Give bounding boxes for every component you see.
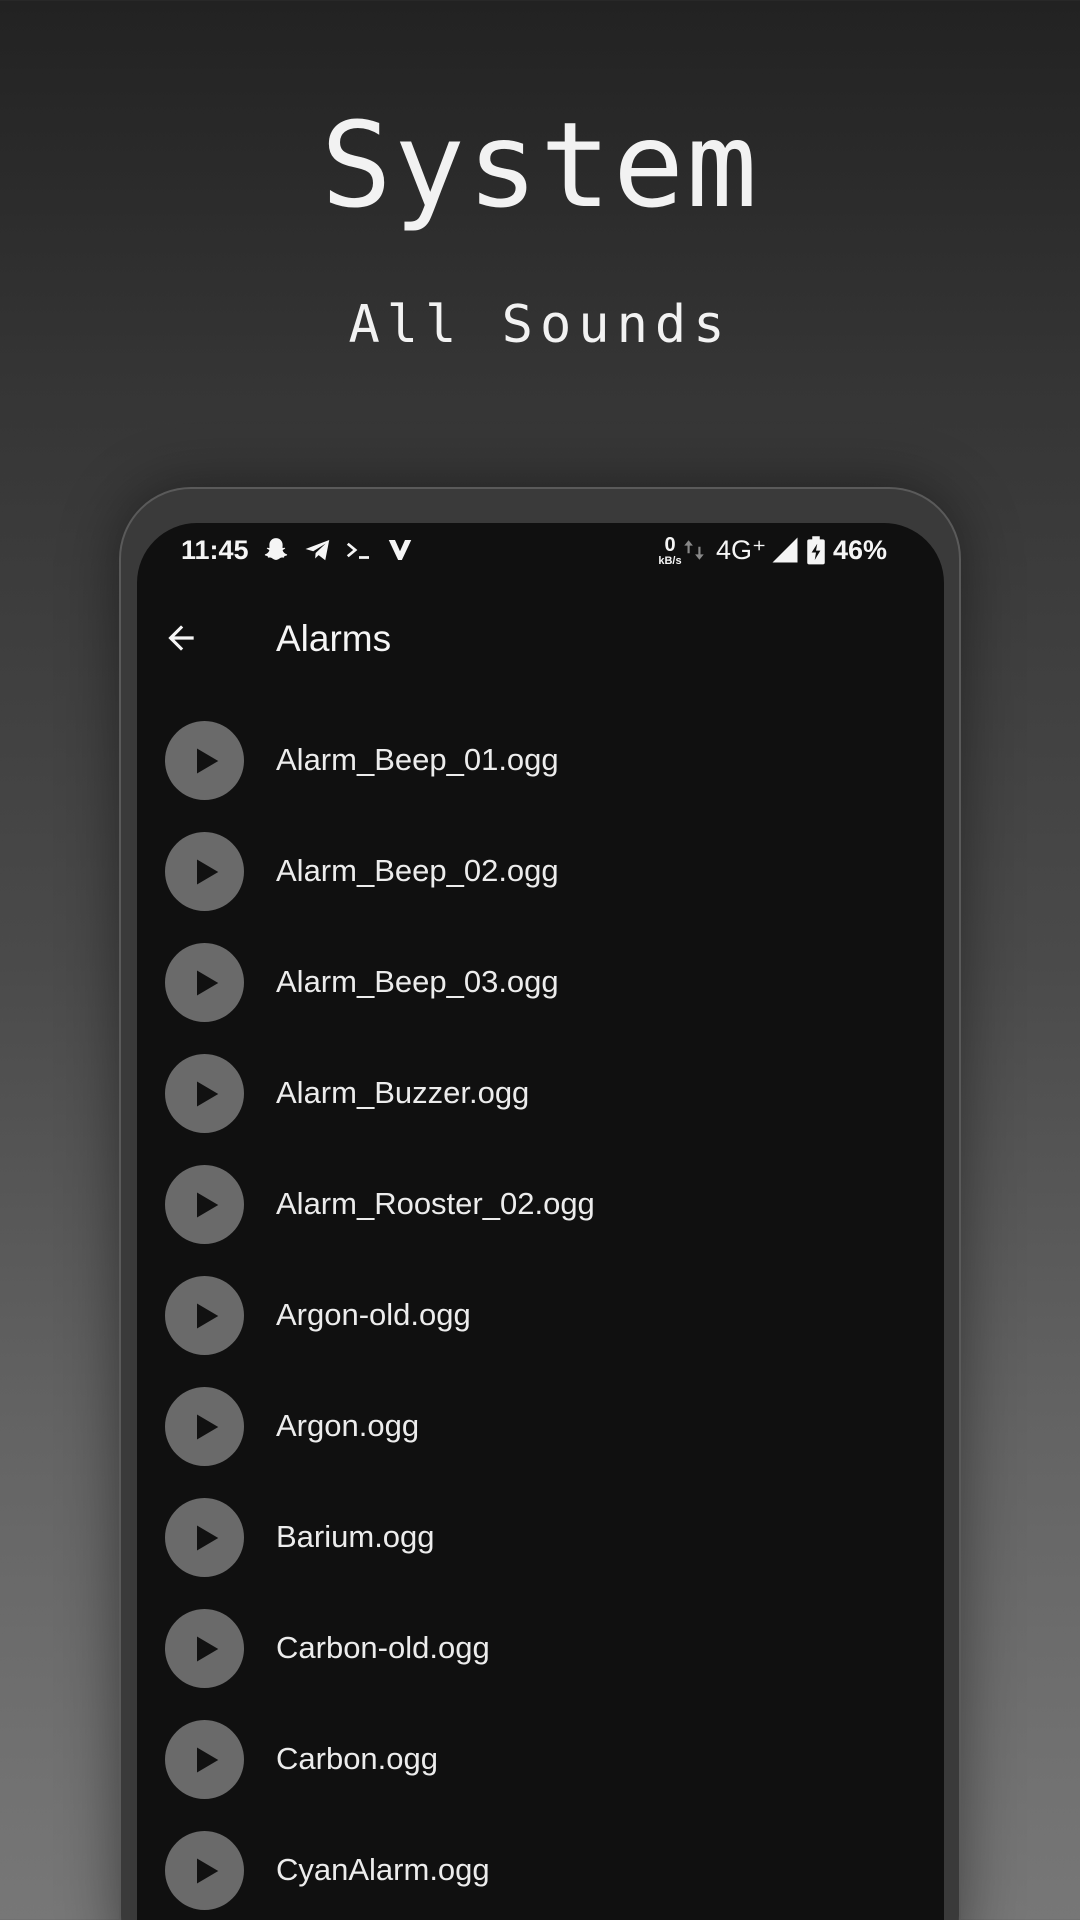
list-item[interactable]: Alarm_Rooster_02.ogg: [137, 1149, 944, 1260]
play-icon: [197, 1192, 219, 1217]
play-icon: [197, 1525, 219, 1550]
play-button[interactable]: [165, 1165, 244, 1244]
promo-title: System: [320, 96, 760, 234]
sound-name: Carbon-old.ogg: [276, 1630, 490, 1665]
play-icon: [197, 1747, 219, 1772]
back-button[interactable]: [153, 610, 209, 666]
sound-name: Argon-old.ogg: [276, 1297, 471, 1332]
play-button[interactable]: [165, 1498, 244, 1577]
play-button[interactable]: [165, 1720, 244, 1799]
sound-name: Alarm_Rooster_02.ogg: [276, 1186, 595, 1221]
sound-name: Alarm_Beep_02.ogg: [276, 853, 559, 888]
phone-screen: 11:45 0 kB/s 4G⁺ 46% Alarms Alarm_Beep_0…: [137, 523, 944, 1920]
play-icon: [197, 1636, 219, 1661]
arrow-back-icon: [168, 625, 194, 651]
status-bar: 11:45 0 kB/s 4G⁺ 46%: [137, 523, 944, 581]
play-button[interactable]: [165, 1276, 244, 1355]
list-item[interactable]: Alarm_Buzzer.ogg: [137, 1038, 944, 1149]
list-item[interactable]: Alarm_Beep_01.ogg: [137, 705, 944, 816]
vivaldi-icon: [385, 535, 415, 565]
network-type: 4G⁺: [716, 535, 767, 565]
app-bar: Alarms: [137, 593, 944, 683]
status-time: 11:45: [181, 535, 249, 565]
promo-subtitle: All Sounds: [348, 295, 732, 355]
page-title: Alarms: [276, 618, 392, 659]
play-icon: [197, 1303, 219, 1328]
list-item[interactable]: Alarm_Beep_02.ogg: [137, 816, 944, 927]
sound-name: CyanAlarm.ogg: [276, 1852, 490, 1887]
list-item[interactable]: CyanAlarm.ogg: [137, 1815, 944, 1920]
signal-icon: [770, 535, 800, 565]
list-item[interactable]: Argon.ogg: [137, 1371, 944, 1482]
list-item[interactable]: Argon-old.ogg: [137, 1260, 944, 1371]
list-item[interactable]: Alarm_Beep_03.ogg: [137, 927, 944, 1038]
play-icon: [197, 1414, 219, 1439]
battery-charging-icon: [805, 535, 827, 565]
play-icon: [197, 748, 219, 773]
play-button[interactable]: [165, 1054, 244, 1133]
battery-percent: 46%: [833, 535, 888, 565]
play-button[interactable]: [165, 1609, 244, 1688]
play-button[interactable]: [165, 832, 244, 911]
telegram-icon: [303, 535, 333, 565]
sound-name: Alarm_Beep_03.ogg: [276, 964, 559, 999]
sound-name: Alarm_Buzzer.ogg: [276, 1075, 530, 1110]
play-icon: [197, 859, 219, 884]
play-button[interactable]: [165, 721, 244, 800]
sound-name: Argon.ogg: [276, 1408, 420, 1443]
sound-list: Alarm_Beep_01.ogg Alarm_Beep_02.ogg Alar…: [137, 705, 944, 1920]
play-button[interactable]: [165, 943, 244, 1022]
list-item[interactable]: Carbon.ogg: [137, 1704, 944, 1815]
list-item[interactable]: Barium.ogg: [137, 1482, 944, 1593]
snapchat-icon: [261, 535, 291, 565]
play-icon: [197, 1081, 219, 1106]
play-icon: [197, 1858, 219, 1883]
play-button[interactable]: [165, 1831, 244, 1910]
terminal-icon: [344, 535, 374, 565]
list-item[interactable]: Carbon-old.ogg: [137, 1593, 944, 1704]
sound-name: Alarm_Beep_01.ogg: [276, 742, 559, 777]
data-arrows-icon: [681, 535, 707, 565]
sound-name: Barium.ogg: [276, 1519, 435, 1554]
play-icon: [197, 970, 219, 995]
sound-name: Carbon.ogg: [276, 1741, 439, 1776]
play-button[interactable]: [165, 1387, 244, 1466]
